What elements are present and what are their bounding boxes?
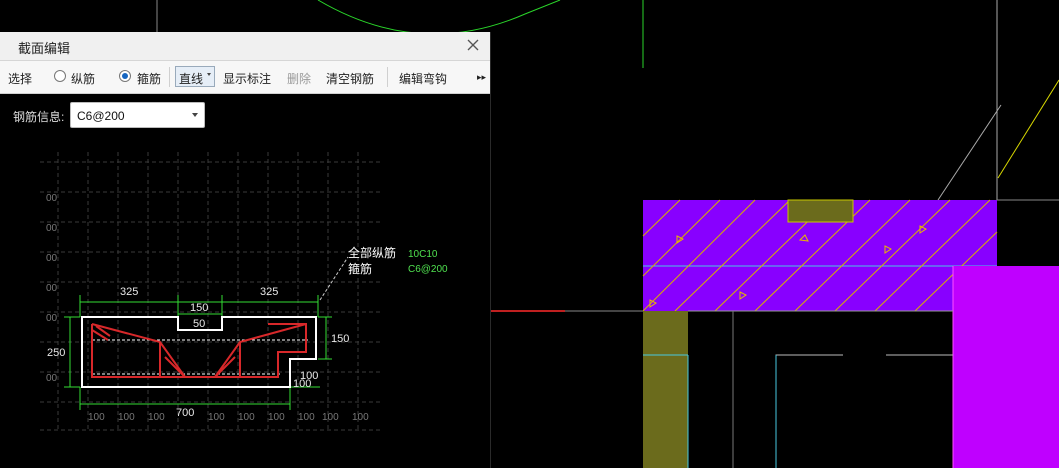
longitudinal-radio[interactable] [54,70,66,82]
grid-label: 100 [238,412,255,423]
grid-label: 00 [46,313,58,324]
panel-titlebar[interactable]: 截面编辑 [0,32,490,61]
dim-right-height: 150 [331,333,349,345]
cad-diag-1 [937,104,1002,201]
grid-label: 00 [46,193,58,204]
clear-rebar-button[interactable]: 清空钢筋 [326,70,374,87]
line-mode-dropdown[interactable]: 直线 [175,66,215,87]
panel-title: 截面编辑 [18,41,71,56]
note-leader [319,256,349,301]
dim-right-width: 325 [260,286,278,298]
close-icon[interactable] [466,38,480,52]
stirrup-radio[interactable] [119,70,131,82]
note-all-longitudinal: 全部纵筋 [348,245,396,260]
magenta-column [953,266,1059,468]
toolbar-separator [387,67,388,87]
rebar-info-select[interactable]: C6@200 [70,102,205,128]
value-stirrup: C6@200 [408,264,448,275]
grid-label: 100 [298,412,315,423]
chevron-down-icon [192,113,198,117]
grid-label: 00 [46,373,58,384]
dim-notch-depth: 50 [193,318,205,330]
cad-diag-yellow [997,79,1059,179]
grid-label: 100 [352,412,369,423]
more-icon[interactable]: ▸▸ [477,72,486,83]
note-stirrup: 箍筋 [348,261,372,276]
bottom-grid-labels: 100 100 100 100 100 100 100 100 100 [88,412,369,423]
grid-label: 100 [322,412,339,423]
panel-toolbar: 选择 纵筋 箍筋 直线 显示标注 删除 清空钢筋 编辑弯钩 ▸▸ [0,61,490,94]
stirrups [91,323,307,378]
edit-hook-button[interactable]: 编辑弯钩 [399,70,447,87]
dim-total-width: 700 [176,407,194,419]
grid-label: 00 [46,283,58,294]
grid-label: 100 [268,412,285,423]
grid-label: 100 [148,412,165,423]
rebar-info-value: C6@200 [77,109,125,123]
grid-label: 00 [46,253,58,264]
dim-left-width: 325 [120,286,138,298]
cad-inner-outline [775,354,843,468]
section-drawing-canvas[interactable]: 00 00 00 00 00 00 100 100 100 100 100 10… [0,130,490,468]
longitudinal-dashed [92,339,308,375]
delete-button[interactable]: 删除 [287,70,311,87]
dim-left-height: 250 [47,347,65,359]
grid-label: 00 [46,223,58,234]
olive-notch [787,199,854,223]
toolbar-separator [169,67,170,87]
cad-green-arc [317,0,561,35]
grid-label: 100 [88,412,105,423]
longitudinal-label[interactable]: 纵筋 [71,70,95,87]
chevron-down-icon [207,73,211,76]
dim-step-width: 100 [293,378,311,390]
drawing-grid [40,152,380,431]
line-mode-label: 直线 [179,72,204,86]
value-all-longitudinal: 10C10 [408,249,438,260]
grid-label: 100 [118,412,135,423]
dim-notch-width: 150 [190,302,208,314]
show-dims-button[interactable]: 显示标注 [223,70,271,87]
grid-label: 100 [208,412,225,423]
rebar-info-label: 钢筋信息: [13,110,65,124]
select-button[interactable]: 选择 [8,70,32,87]
olive-column [643,311,688,468]
stirrup-label[interactable]: 箍筋 [137,70,161,87]
section-edit-panel: 截面编辑 选择 纵筋 箍筋 直线 显示标注 删除 清空钢筋 编辑弯钩 ▸▸ 钢筋… [0,32,491,468]
